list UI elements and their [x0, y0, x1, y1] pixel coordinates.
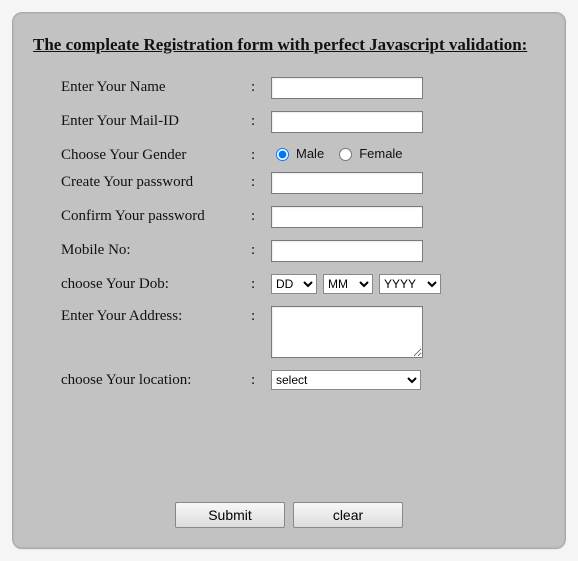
address-field[interactable]: [271, 306, 423, 358]
gender-group: Male Female: [271, 145, 403, 161]
address-label: Enter Your Address:: [61, 306, 251, 325]
colon: :: [251, 172, 271, 191]
confirm-label: Confirm Your password: [61, 206, 251, 225]
button-row: Submit clear: [13, 502, 565, 528]
password-label: Create Your password: [61, 172, 251, 191]
gender-female-label: Female: [359, 146, 402, 161]
mobile-label: Mobile No:: [61, 240, 251, 259]
location-select[interactable]: select: [271, 370, 421, 390]
colon: :: [251, 274, 271, 293]
colon: :: [251, 240, 271, 259]
mail-field[interactable]: [271, 111, 423, 133]
name-label: Enter Your Name: [61, 77, 251, 96]
registration-panel: The compleate Registration form with per…: [12, 12, 566, 549]
gender-female-option[interactable]: Female: [334, 145, 402, 161]
dob-month-select[interactable]: MM: [323, 274, 373, 294]
colon: :: [251, 145, 271, 164]
gender-male-radio[interactable]: [276, 148, 289, 161]
dob-label: choose Your Dob:: [61, 274, 251, 293]
dob-year-select[interactable]: YYYY: [379, 274, 441, 294]
colon: :: [251, 206, 271, 225]
colon: :: [251, 77, 271, 96]
mail-label: Enter Your Mail-ID: [61, 111, 251, 130]
colon: :: [251, 370, 271, 389]
name-field[interactable]: [271, 77, 423, 99]
page-title: The compleate Registration form with per…: [33, 35, 545, 55]
password-field[interactable]: [271, 172, 423, 194]
dob-day-select[interactable]: DD: [271, 274, 317, 294]
clear-button[interactable]: clear: [293, 502, 403, 528]
gender-female-radio[interactable]: [339, 148, 352, 161]
gender-male-option[interactable]: Male: [271, 145, 324, 161]
confirm-password-field[interactable]: [271, 206, 423, 228]
submit-button[interactable]: Submit: [175, 502, 285, 528]
colon: :: [251, 306, 271, 325]
location-label: choose Your location:: [61, 370, 251, 389]
colon: :: [251, 111, 271, 130]
gender-label: Choose Your Gender: [61, 145, 251, 164]
mobile-field[interactable]: [271, 240, 423, 262]
gender-male-label: Male: [296, 146, 324, 161]
